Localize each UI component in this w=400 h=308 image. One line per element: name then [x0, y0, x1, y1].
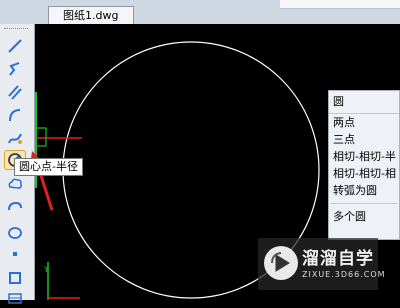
ucs-y-label: Y — [43, 265, 49, 274]
menu-separator — [331, 203, 397, 204]
pickbox — [35, 127, 47, 147]
menu-item-multiple-circles[interactable]: 多个圆 — [329, 208, 399, 225]
watermark: 溜溜自学 ZIXUE.3D66.COM — [258, 238, 385, 290]
watermark-logo — [264, 246, 298, 280]
menu-title: 圆 — [329, 91, 399, 114]
tooltip-text: 圆心点-半径 — [19, 160, 78, 173]
menu-item-tan-tan-tan[interactable]: 相切-相切-相 — [329, 165, 399, 182]
watermark-sub-text: ZIXUE.3D66.COM — [302, 270, 386, 279]
watermark-main-text: 溜溜自学 — [302, 249, 374, 269]
menu-item-three-points[interactable]: 三点 — [329, 131, 399, 148]
circle-options-menu: 圆 两点 三点 相切-相切-半 相切-相切-相 转弧为圆 多个圆 — [328, 90, 400, 240]
tool-tooltip: 圆心点-半径 — [14, 158, 83, 176]
menu-item-arc-to-circle[interactable]: 转弧为圆 — [329, 182, 399, 199]
menu-item-two-points[interactable]: 两点 — [329, 114, 399, 131]
play-icon — [271, 252, 290, 272]
menu-item-tan-tan-radius[interactable]: 相切-相切-半 — [329, 148, 399, 165]
